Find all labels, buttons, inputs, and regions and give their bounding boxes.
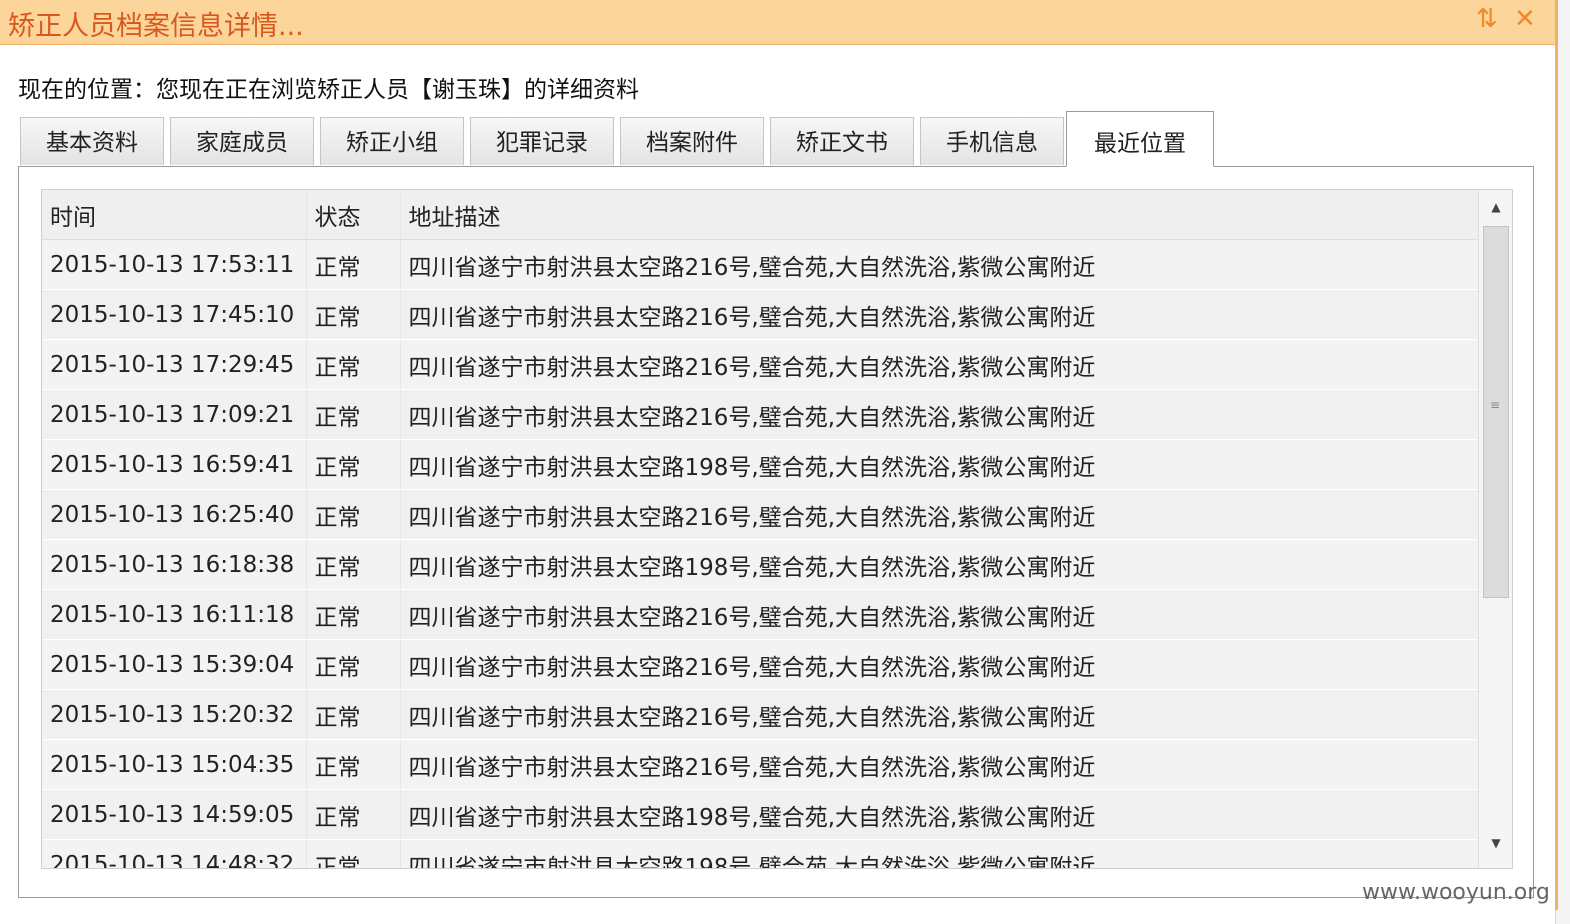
grid-body: 时间 状态 地址描述 2015-10-13 17:53:11 正常 四川省遂宁市射洪… xyxy=(42,190,1478,868)
cell-time: 2015-10-13 16:18:38 xyxy=(42,539,307,590)
cell-status: 正常 xyxy=(306,589,401,640)
detail-dialog: 矫正人员档案信息详情... ⇅ ✕ 现在的位置：您现在正在浏览矫正人员【谢玉珠】… xyxy=(0,0,1558,910)
close-icon[interactable]: ✕ xyxy=(1514,4,1536,34)
cell-address: 四川省遂宁市射洪县太空路216号,璧合苑,大自然洗浴,紫微公寓附近 xyxy=(400,339,1478,390)
cell-status: 正常 xyxy=(306,789,401,840)
cell-time: 2015-10-13 17:53:11 xyxy=(42,239,307,290)
cell-time: 2015-10-13 16:25:40 xyxy=(42,489,307,540)
cell-time: 2015-10-13 16:59:41 xyxy=(42,439,307,490)
watermark: www.wooyun.org xyxy=(1362,880,1550,905)
cell-status: 正常 xyxy=(306,689,401,740)
scroll-up-icon[interactable]: ▲ xyxy=(1479,192,1512,222)
cell-time: 2015-10-13 17:09:21 xyxy=(42,389,307,440)
cell-status: 正常 xyxy=(306,839,401,868)
cell-status: 正常 xyxy=(306,489,401,540)
dialog-title: 矫正人员档案信息详情... xyxy=(8,11,304,42)
scrollbar-thumb[interactable]: ≡ xyxy=(1483,226,1509,598)
cell-status: 正常 xyxy=(306,739,401,790)
column-header-address[interactable]: 地址描述 xyxy=(400,190,1478,240)
location-grid: 时间 状态 地址描述 2015-10-13 17:53:11 正常 四川省遂宁市射洪… xyxy=(41,189,1513,869)
tab-family-members[interactable]: 家庭成员 xyxy=(170,117,314,165)
cell-time: 2015-10-13 15:39:04 xyxy=(42,639,307,690)
tab-correction-team[interactable]: 矫正小组 xyxy=(320,117,464,165)
tab-correction-documents[interactable]: 矫正文书 xyxy=(770,117,914,165)
table-row[interactable]: 2015-10-13 17:53:11 正常 四川省遂宁市射洪县太空路216号,璧合… xyxy=(42,239,1478,290)
tab-crime-records[interactable]: 犯罪记录 xyxy=(470,117,614,165)
cell-time: 2015-10-13 14:48:32 xyxy=(42,839,307,868)
table-row[interactable]: 2015-10-13 16:25:40 正常 四川省遂宁市射洪县太空路216号,璧合… xyxy=(42,489,1478,540)
tab-content-panel: 时间 状态 地址描述 2015-10-13 17:53:11 正常 四川省遂宁市射洪… xyxy=(18,166,1534,898)
table-header-row: 时间 状态 地址描述 xyxy=(42,190,1478,240)
location-table: 时间 状态 地址描述 2015-10-13 17:53:11 正常 四川省遂宁市射洪… xyxy=(42,190,1478,868)
column-header-time[interactable]: 时间 xyxy=(42,190,307,240)
scroll-down-icon[interactable]: ▼ xyxy=(1479,828,1512,858)
tab-basic-info[interactable]: 基本资料 xyxy=(20,117,164,165)
cell-status: 正常 xyxy=(306,639,401,690)
tab-file-attachments[interactable]: 档案附件 xyxy=(620,117,764,165)
cell-address: 四川省遂宁市射洪县太空路216号,璧合苑,大自然洗浴,紫微公寓附近 xyxy=(400,589,1478,640)
table-body: 2015-10-13 17:53:11 正常 四川省遂宁市射洪县太空路216号,璧合… xyxy=(42,239,1478,868)
dialog-titlebar[interactable]: 矫正人员档案信息详情... ⇅ ✕ xyxy=(0,0,1555,45)
table-row[interactable]: 2015-10-13 16:59:41 正常 四川省遂宁市射洪县太空路198号,璧合… xyxy=(42,439,1478,490)
table-row[interactable]: 2015-10-13 17:45:10 正常 四川省遂宁市射洪县太空路216号,璧合… xyxy=(42,289,1478,340)
cell-address: 四川省遂宁市射洪县太空路198号,璧合苑,大自然洗浴,紫微公寓附近 xyxy=(400,539,1478,590)
cell-time: 2015-10-13 15:04:35 xyxy=(42,739,307,790)
cell-status: 正常 xyxy=(306,339,401,390)
table-row[interactable]: 2015-10-13 15:20:32 正常 四川省遂宁市射洪县太空路216号,璧合… xyxy=(42,689,1478,740)
table-row[interactable]: 2015-10-13 15:04:35 正常 四川省遂宁市射洪县太空路216号,璧合… xyxy=(42,739,1478,790)
tab-phone-info[interactable]: 手机信息 xyxy=(920,117,1064,165)
cell-status: 正常 xyxy=(306,239,401,290)
table-row[interactable]: 2015-10-13 17:09:21 正常 四川省遂宁市射洪县太空路216号,璧合… xyxy=(42,389,1478,440)
cell-time: 2015-10-13 14:59:05 xyxy=(42,789,307,840)
cell-address: 四川省遂宁市射洪县太空路216号,璧合苑,大自然洗浴,紫微公寓附近 xyxy=(400,689,1478,740)
cell-status: 正常 xyxy=(306,389,401,440)
table-row[interactable]: 2015-10-13 16:11:18 正常 四川省遂宁市射洪县太空路216号,璧合… xyxy=(42,589,1478,640)
restore-icon[interactable]: ⇅ xyxy=(1476,4,1498,34)
table-row[interactable]: 2015-10-13 14:48:32 正常 四川省遂宁市射洪县太空路198号,璧合… xyxy=(42,839,1478,868)
table-row[interactable]: 2015-10-13 17:29:45 正常 四川省遂宁市射洪县太空路216号,璧合… xyxy=(42,339,1478,390)
cell-address: 四川省遂宁市射洪县太空路198号,璧合苑,大自然洗浴,紫微公寓附近 xyxy=(400,839,1478,868)
cell-status: 正常 xyxy=(306,289,401,340)
cell-address: 四川省遂宁市射洪县太空路216号,璧合苑,大自然洗浴,紫微公寓附近 xyxy=(400,239,1478,290)
cell-address: 四川省遂宁市射洪县太空路216号,璧合苑,大自然洗浴,紫微公寓附近 xyxy=(400,739,1478,790)
cell-time: 2015-10-13 17:45:10 xyxy=(42,289,307,340)
column-header-status[interactable]: 状态 xyxy=(306,190,401,240)
cell-status: 正常 xyxy=(306,539,401,590)
vertical-scrollbar[interactable]: ▲ ≡ ▼ xyxy=(1478,190,1512,868)
cell-address: 四川省遂宁市射洪县太空路216号,璧合苑,大自然洗浴,紫微公寓附近 xyxy=(400,489,1478,540)
cell-address: 四川省遂宁市射洪县太空路216号,璧合苑,大自然洗浴,紫微公寓附近 xyxy=(400,639,1478,690)
tab-recent-location[interactable]: 最近位置 xyxy=(1066,111,1214,167)
cell-address: 四川省遂宁市射洪县太空路216号,璧合苑,大自然洗浴,紫微公寓附近 xyxy=(400,289,1478,340)
cell-time: 2015-10-13 17:29:45 xyxy=(42,339,307,390)
table-row[interactable]: 2015-10-13 15:39:04 正常 四川省遂宁市射洪县太空路216号,璧合… xyxy=(42,639,1478,690)
cell-time: 2015-10-13 15:20:32 xyxy=(42,689,307,740)
cell-address: 四川省遂宁市射洪县太空路198号,璧合苑,大自然洗浴,紫微公寓附近 xyxy=(400,789,1478,840)
breadcrumb: 现在的位置：您现在正在浏览矫正人员【谢玉珠】的详细资料 xyxy=(18,77,639,103)
scrollbar-grip-icon: ≡ xyxy=(1490,398,1501,412)
table-row[interactable]: 2015-10-13 16:18:38 正常 四川省遂宁市射洪县太空路198号,璧合… xyxy=(42,539,1478,590)
cell-address: 四川省遂宁市射洪县太空路216号,璧合苑,大自然洗浴,紫微公寓附近 xyxy=(400,389,1478,440)
table-row[interactable]: 2015-10-13 14:59:05 正常 四川省遂宁市射洪县太空路198号,璧合… xyxy=(42,789,1478,840)
cell-status: 正常 xyxy=(306,439,401,490)
cell-address: 四川省遂宁市射洪县太空路198号,璧合苑,大自然洗浴,紫微公寓附近 xyxy=(400,439,1478,490)
cell-time: 2015-10-13 16:11:18 xyxy=(42,589,307,640)
